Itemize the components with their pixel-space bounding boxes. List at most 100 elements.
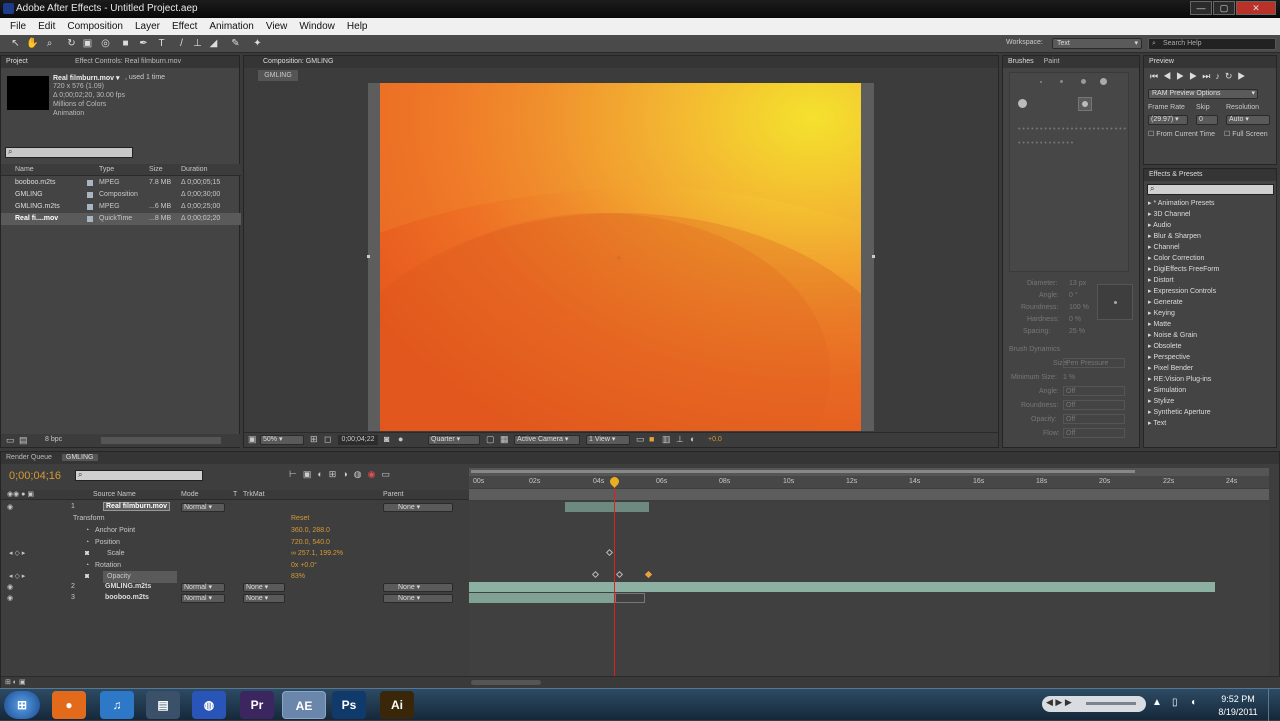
brush-tip-grid[interactable]: • • • • • • • • • • • • • • • • • • • • … — [1009, 72, 1129, 272]
time-ruler[interactable]: 00s 02s 04s 06s 08s 10s 12s 14s 16s 18s … — [469, 476, 1269, 488]
layer-parent-select[interactable]: None ▾ — [383, 503, 453, 512]
illustrator-icon[interactable]: Ai — [380, 691, 414, 719]
resolution-select[interactable]: Quarter ▾ — [428, 435, 480, 445]
media-seek-slider[interactable] — [1086, 702, 1136, 705]
opacity-keyframe-selected[interactable] — [644, 570, 653, 579]
photoshop-icon[interactable]: Ps — [332, 691, 366, 719]
audio-icon[interactable]: ♪ — [1215, 71, 1225, 81]
snapshot-icon[interactable]: ◙ — [384, 434, 389, 444]
brush-prop-roundness[interactable]: Roundness: 100 % — [1009, 302, 1104, 314]
effect-category[interactable]: ▸ Pixel Bender — [1144, 363, 1274, 374]
layer-name[interactable]: Real filmburn.mov — [103, 502, 171, 511]
workspace-select[interactable]: Text ▾ — [1052, 38, 1142, 49]
transparency-grid-icon[interactable]: ▦ — [500, 434, 509, 445]
column-name[interactable]: Name — [15, 166, 34, 173]
grid-icon[interactable]: ⊞ — [310, 434, 318, 445]
list-item[interactable]: booboo.m2ts MPEG 7.8 MB Δ 0;00;05;15 — [1, 177, 241, 189]
maximize-button[interactable]: ▢ — [1213, 1, 1235, 15]
column-source-name[interactable]: Source Name — [93, 491, 136, 498]
network-icon[interactable]: ▯ — [1172, 697, 1178, 708]
layer-visibility-icon[interactable]: ◉ — [7, 583, 13, 591]
effect-category[interactable]: ▸ Obsolete — [1144, 341, 1274, 352]
tab-effect-controls[interactable]: Effect Controls: Real filmburn.mov — [75, 56, 181, 68]
stopwatch-active-icon[interactable]: ◙ — [85, 548, 89, 560]
effect-category[interactable]: ▸ Audio — [1144, 220, 1274, 231]
clock-date[interactable]: 8/19/2011 — [1214, 707, 1262, 717]
fast-previews-icon[interactable]: ■ — [649, 434, 654, 444]
brush-prop-spacing[interactable]: Spacing: 25 % — [1009, 326, 1104, 338]
close-button[interactable]: ✕ — [1236, 1, 1276, 15]
layer-row-1[interactable]: ◉ 1 Real filmburn.mov Normal ▾ None ▾ — [1, 502, 469, 513]
tab-preview[interactable]: Preview — [1149, 58, 1174, 65]
effect-category[interactable]: ▸ Blur & Sharpen — [1144, 231, 1274, 242]
brush-tip[interactable] — [1040, 81, 1042, 83]
last-frame-icon[interactable]: ⏭ — [1202, 71, 1215, 81]
text-tool-icon[interactable]: T — [156, 38, 167, 49]
skip-input[interactable]: 0 — [1196, 115, 1218, 125]
dynamics-size[interactable]: Size: Pen Pressure — [1009, 358, 1135, 372]
toggle-pixel-aspect-icon[interactable]: ▭ — [636, 434, 645, 445]
layer-name[interactable]: GMLING.m2ts — [105, 583, 151, 590]
full-screen-checkbox[interactable]: ☐ Full Screen — [1224, 130, 1268, 138]
effect-category[interactable]: ▸ RE:Vision Plug-ins — [1144, 374, 1274, 385]
tab-render-queue[interactable]: Render Queue — [6, 454, 52, 461]
layer-row-3[interactable]: ◉ 3 booboo.m2ts Normal ▾ None ▾ None ▾ — [1, 593, 469, 604]
tab-paint[interactable]: Paint — [1044, 58, 1060, 65]
timeline-icon[interactable]: ▥ — [662, 434, 671, 445]
opacity-keyframe[interactable] — [591, 570, 600, 579]
from-current-time-checkbox[interactable]: ☐ From Current Time — [1148, 130, 1215, 138]
layer-trkmat-select[interactable]: None ▾ — [243, 583, 285, 592]
column-t[interactable]: T — [233, 491, 237, 498]
effect-category[interactable]: ▸ Perspective — [1144, 352, 1274, 363]
property-scale[interactable]: ◂ ◇ ▸ ◙ Scale ∞ 257.1, 199.2% — [1, 548, 469, 560]
globe-app-icon[interactable]: ◍ — [192, 691, 226, 719]
graph-editor-icon[interactable]: ◍ — [354, 469, 368, 479]
work-area-bar[interactable] — [469, 468, 1269, 476]
hand-tool-icon[interactable]: ✋ — [26, 38, 38, 49]
explorer-icon[interactable]: ▤ — [146, 691, 180, 719]
column-type[interactable]: Type — [99, 166, 114, 173]
property-position[interactable]: ◔ Position 720.0, 540.0 — [1, 537, 469, 549]
layer-row-2[interactable]: ◉ 2 GMLING.m2ts Normal ▾ None ▾ None ▾ — [1, 582, 469, 593]
effect-category[interactable]: ▸ * Animation Presets — [1144, 198, 1274, 209]
brush-tool-icon[interactable]: / — [176, 38, 187, 49]
effect-category[interactable]: ▸ Synthetic Aperture — [1144, 407, 1274, 418]
layer-handle-left[interactable] — [367, 255, 370, 258]
menu-effect[interactable]: Effect — [166, 21, 203, 32]
list-item[interactable]: GMLING Composition Δ 0;00;30;00 — [1, 189, 241, 201]
property-value[interactable]: 720.0, 540.0 — [291, 537, 330, 549]
column-mode[interactable]: Mode — [181, 491, 199, 498]
brush-tip[interactable] — [1100, 78, 1107, 85]
tab-project[interactable]: Project — [6, 58, 28, 65]
aftereffects-icon[interactable]: AE — [282, 691, 326, 719]
effect-category[interactable]: ▸ Simulation — [1144, 385, 1274, 396]
layer-name[interactable]: booboo.m2ts — [105, 594, 149, 601]
list-item[interactable]: GMLING.m2ts MPEG ...6 MB Δ 0;00;25;00 — [1, 201, 241, 213]
effect-category[interactable]: ▸ DigiEffects FreeForm — [1144, 264, 1274, 275]
property-anchor-point[interactable]: ◔ Anchor Point 360.0, 288.0 — [1, 525, 469, 537]
brush-tip[interactable] — [1018, 99, 1027, 108]
trash-icon[interactable]: ▭ — [6, 435, 15, 446]
comp-mini-flowchart-icon[interactable]: ⊢ — [289, 469, 303, 479]
reset-exposure-icon[interactable]: ◐ — [690, 434, 695, 444]
camera-tool-icon[interactable]: ▣ — [82, 38, 93, 49]
tab-gmling[interactable]: GMLING — [61, 454, 98, 461]
ram-preview-icon[interactable]: ▶ — [1237, 71, 1250, 81]
effects-search-input[interactable]: ⌕ — [1147, 184, 1274, 195]
clock-time[interactable]: 9:52 PM — [1218, 694, 1258, 704]
render-icon[interactable]: ▭ — [382, 469, 397, 479]
effect-category[interactable]: ▸ Distort — [1144, 275, 1274, 286]
property-rotation[interactable]: ◔ Rotation 0x +0.0° — [1, 560, 469, 572]
keyframe-nav-icon[interactable]: ◂ ◇ ▸ — [9, 548, 25, 560]
column-parent[interactable]: Parent — [383, 491, 404, 498]
camera-select[interactable]: Active Camera ▾ — [514, 435, 580, 445]
menu-window[interactable]: Window — [293, 21, 341, 32]
play-icon[interactable]: ▶ — [1176, 71, 1189, 81]
property-value[interactable]: 0x +0.0° — [291, 560, 317, 572]
menu-edit[interactable]: Edit — [32, 21, 61, 32]
brush-prop-angle[interactable]: Angle: 0 ° — [1009, 290, 1104, 302]
hide-shy-icon[interactable]: ◐ — [317, 469, 328, 479]
property-opacity[interactable]: ◂ ◇ ▸ ◙ Opacity 83% — [1, 571, 469, 583]
roto-brush-tool-icon[interactable]: ✎ — [230, 38, 241, 49]
project-scrollbar[interactable] — [101, 437, 221, 444]
